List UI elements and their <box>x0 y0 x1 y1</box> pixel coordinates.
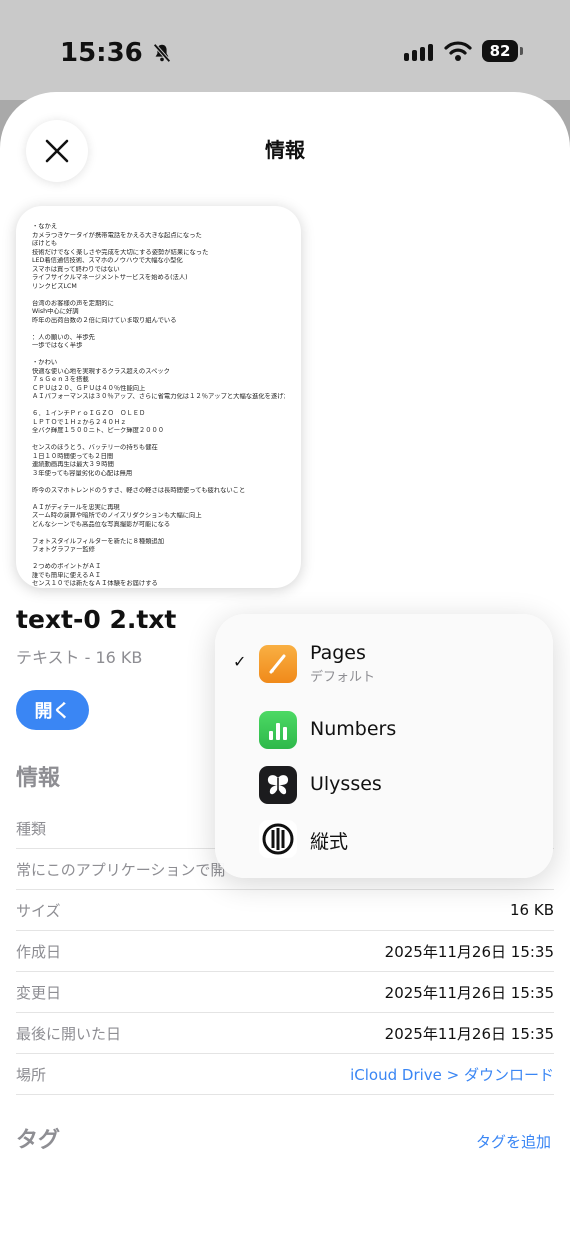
preview-text-line: スマホは買って終わりではない <box>32 265 120 273</box>
bell-slash-icon <box>153 43 171 63</box>
open-button[interactable]: 開く <box>16 690 89 730</box>
preview-text-line: １日１０時間使っても２日間 <box>32 452 114 460</box>
preview-text-line: ＣＰＵは２０、ＧＰＵは４０％性能向上 <box>32 384 146 392</box>
preview-text-line: 昨年の出荷台数の２倍に向けていま取り組んでいる <box>32 316 177 324</box>
preview-text-line: センスのほうとう、バッテリーの持ちも健在 <box>32 444 158 451</box>
status-time: 15:36 <box>60 38 173 68</box>
preview-text-line: 台湾のお客様の声を定期的に <box>32 299 114 307</box>
preview-text-line <box>32 325 285 334</box>
document-preview[interactable]: ・なかえ カメラつきケータイが携帯電話をかえる大きな起点になった ぼけとも 技術だけで… <box>16 206 301 588</box>
info-row-location: 場所 iCloud Drive > ダウンロード <box>16 1054 554 1095</box>
preview-text-line: 連続動画再生は最大３９時間 <box>32 461 114 468</box>
preview-text-line: ＡＩがディテールを忠実に再現 <box>32 503 120 511</box>
preview-text-line: ：人の願いの、半歩先 <box>32 333 95 341</box>
preview-text-line <box>32 351 285 360</box>
preview-text-line: どんなシーンでも高品位な写真撮影が可能になる <box>32 520 171 528</box>
info-row-label: 作成日 <box>16 942 62 961</box>
preview-text-line: リンクビズLCM <box>32 282 77 290</box>
location-link[interactable]: iCloud Drive > ダウンロード <box>350 1064 554 1085</box>
info-row-created: 作成日 2025年11月26日 15:35 <box>16 931 554 972</box>
preview-text-line: 一歩ではなく半歩 <box>32 342 83 349</box>
file-meta: テキスト - 16 KB <box>16 648 143 667</box>
preview-text-line: ２つめのポイントがＡＩ <box>32 563 102 570</box>
preview-text-line: LED着信通信技術、スマホのノウハウで大幅な小型化 <box>32 257 183 264</box>
info-row-label: 変更日 <box>16 983 62 1002</box>
menu-item-ulysses[interactable]: Ulysses <box>215 763 553 807</box>
preview-text-line: Wish中心に好調 <box>32 308 79 315</box>
menu-item-pages[interactable]: ✓ Pages デフォルト <box>215 638 553 690</box>
preview-text-line <box>32 495 285 504</box>
preview-text-line: ・かわい <box>32 359 58 366</box>
preview-text-line: 快適な使い心地を実現するクラス超えのスペック <box>32 367 170 375</box>
menu-item-tateshiki[interactable]: 縦式 <box>215 817 553 861</box>
preview-text-line <box>32 291 285 300</box>
ulysses-butterfly-icon <box>259 766 297 804</box>
preview-text-line: フォトグラファー監修 <box>32 546 95 553</box>
info-row-value: 2025年11月26日 15:35 <box>384 983 554 1002</box>
preview-text-line: センス１０では新たなＡＩ体験をお届けする <box>32 580 158 587</box>
pages-app-icon <box>259 645 297 683</box>
info-row-value: 2025年11月26日 15:35 <box>384 1024 554 1043</box>
info-row-size: サイズ 16 KB <box>16 890 554 931</box>
menu-item-label: Ulysses <box>310 773 382 795</box>
preview-text-line <box>32 478 285 487</box>
info-row-label: 最後に開いた日 <box>16 1024 122 1043</box>
file-name: text-0 2.txt <box>16 605 177 634</box>
preview-text-line: 技術だけでなく楽しさや完成を大切にする姿勢が結果になった <box>32 248 209 256</box>
info-row-value: 2025年11月26日 15:35 <box>384 942 554 961</box>
numbers-app-icon <box>259 711 297 749</box>
info-row-label: 常にこのアプリケーションで開 <box>16 860 226 879</box>
cellular-signal-icon <box>404 44 433 61</box>
preview-text-line: 誰でも簡単に使えるＡＩ <box>32 571 102 579</box>
preview-text-line: ライフサイクルマネージメントサービスを始める(法人) <box>32 274 188 281</box>
preview-text-line: ＡＩパフォーマンスは３０％アップ、さらに省電力化は１２％アップと大幅な進化を遂げ… <box>32 393 285 400</box>
preview-text-line: 昨今のスマホトレンドのうすさ、軽さの軽さは長時間使っても疲れないこと <box>32 486 246 494</box>
preview-text-line: ・なかえ <box>32 223 58 230</box>
preview-text-line <box>32 402 285 411</box>
page-title: 情報 <box>265 138 305 162</box>
preview-text-line: ズーム時の演算や暗所でのノイズリダクションも大幅に向上 <box>32 512 202 519</box>
info-row-last-opened: 最後に開いた日 2025年11月26日 15:35 <box>16 1013 554 1054</box>
preview-text-line: ＬＰＴＯで１Ｈｚから２４０Ｈｚ <box>32 418 127 426</box>
info-row-modified: 変更日 2025年11月26日 15:35 <box>16 972 554 1013</box>
wifi-icon <box>444 41 472 61</box>
status-bar: 15:36 82 <box>0 0 570 100</box>
open-with-menu: ✓ Pages デフォルト Numbers Ulysses 縦式 <box>215 614 553 878</box>
battery-level: 82 <box>489 42 511 60</box>
menu-item-sublabel: デフォルト <box>310 670 376 685</box>
preview-text-line: フォトスタイルフィルターを新たに８種類追加 <box>32 537 165 545</box>
preview-text-line <box>32 555 285 564</box>
tags-section-title: タグ <box>16 1128 61 1153</box>
info-row-label: 場所 <box>16 1065 47 1084</box>
menu-item-numbers[interactable]: Numbers <box>215 708 553 752</box>
info-row-label: サイズ <box>16 901 61 920</box>
preview-text-line: ぼけとも <box>32 240 58 247</box>
add-tag-link[interactable]: タグを追加 <box>476 1131 551 1152</box>
menu-item-label: Numbers <box>310 718 397 740</box>
time-text: 15:36 <box>60 38 143 68</box>
checkmark-icon: ✓ <box>233 652 247 671</box>
preview-text-line: ７ｓＧｅｎ３を搭載 <box>32 376 89 383</box>
battery-indicator: 82 <box>482 40 523 62</box>
preview-text-line: ６．１インチＰｒｏＩＧＺＯ ＯＬＥＤ <box>32 410 146 417</box>
preview-text-line: ３年使っても容量劣化の心配は無用 <box>32 469 133 477</box>
preview-text-line: 全バク輝度１５００ニト、ピーク輝度２０００ <box>32 427 165 434</box>
preview-text-line: カメラつきケータイが携帯電話をかえる大きな起点になった <box>32 231 202 239</box>
menu-item-label: Pages <box>310 642 366 664</box>
menu-item-label: 縦式 <box>310 831 349 853</box>
info-row-value: 16 KB <box>510 901 554 919</box>
info-section-title: 情報 <box>16 766 61 791</box>
info-row-label: 種類 <box>16 819 47 838</box>
preview-text-line <box>32 436 285 445</box>
preview-text-line <box>32 529 285 538</box>
tateshiki-app-icon <box>259 820 297 858</box>
